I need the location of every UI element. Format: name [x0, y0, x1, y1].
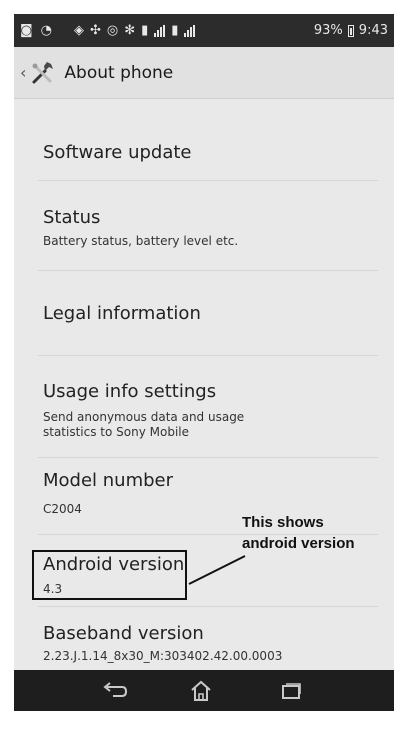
- annotation-line-2: android version: [242, 535, 355, 552]
- list-item-baseband-version: Baseband version 2.23.J.1.14_8x30_M:3034…: [14, 607, 394, 669]
- list-item-legal-information[interactable]: Legal information: [14, 271, 394, 354]
- battery-icon: [347, 24, 354, 37]
- usb-icon: ◔: [40, 23, 52, 38]
- signal-icon-2: [184, 24, 196, 37]
- signal-icon: [154, 24, 166, 37]
- data-icon-2: ▮: [171, 23, 179, 38]
- item-title: Model number: [43, 470, 174, 491]
- annotation-highlight-box: [32, 550, 187, 600]
- navigation-bar: [14, 670, 394, 711]
- action-bar[interactable]: ‹ About phone: [14, 47, 394, 99]
- home-icon: [191, 680, 211, 701]
- bluetooth-icon: ✻: [124, 23, 136, 38]
- back-chevron-icon[interactable]: ‹: [20, 63, 26, 82]
- annotation-line-1: This shows: [242, 514, 324, 531]
- list-item-usage-info-settings[interactable]: Usage info settings Send anonymous data …: [14, 356, 394, 456]
- data-icon: ▮: [141, 23, 149, 38]
- annotation-callout: This shows android version: [242, 512, 355, 554]
- battery-percent: 93%: [313, 23, 343, 38]
- item-subtitle: Send anonymous data and usage statistics…: [43, 410, 245, 439]
- list-item-status[interactable]: Status Battery status, battery level etc…: [14, 181, 394, 269]
- phone-screen: ◙ ◔ ◈ ✣ ◎ ✻ ▮ ▮ 93% 9:43 ‹ About phone S…: [14, 14, 394, 711]
- alarm-icon: ◎: [106, 23, 119, 38]
- item-value: 2.23.J.1.14_8x30_M:303402.42.00.0003: [43, 649, 283, 663]
- tools-icon: [32, 61, 54, 83]
- back-button[interactable]: [98, 677, 132, 705]
- item-title: Baseband version: [43, 623, 204, 644]
- item-value: C2004: [43, 502, 82, 516]
- item-subtitle: Battery status, battery level etc.: [43, 234, 239, 248]
- shield-icon: ◈: [73, 23, 84, 38]
- back-icon: [103, 682, 128, 697]
- item-title: Legal information: [43, 303, 201, 324]
- status-bar: ◙ ◔ ◈ ✣ ◎ ✻ ▮ ▮ 93% 9:43: [14, 14, 394, 47]
- page-title: About phone: [64, 62, 174, 83]
- clock: 9:43: [358, 23, 388, 38]
- annotation-pointer: [188, 555, 246, 585]
- home-button[interactable]: [184, 677, 218, 705]
- list-item-software-update[interactable]: Software update: [14, 107, 394, 179]
- recents-icon: [282, 683, 301, 699]
- item-title: Software update: [43, 142, 192, 163]
- recents-button[interactable]: [274, 677, 308, 705]
- notification-icon: ◙: [20, 23, 33, 38]
- item-title: Status: [43, 207, 101, 228]
- sync-icon: ✣: [89, 23, 101, 38]
- item-title: Usage info settings: [43, 381, 217, 402]
